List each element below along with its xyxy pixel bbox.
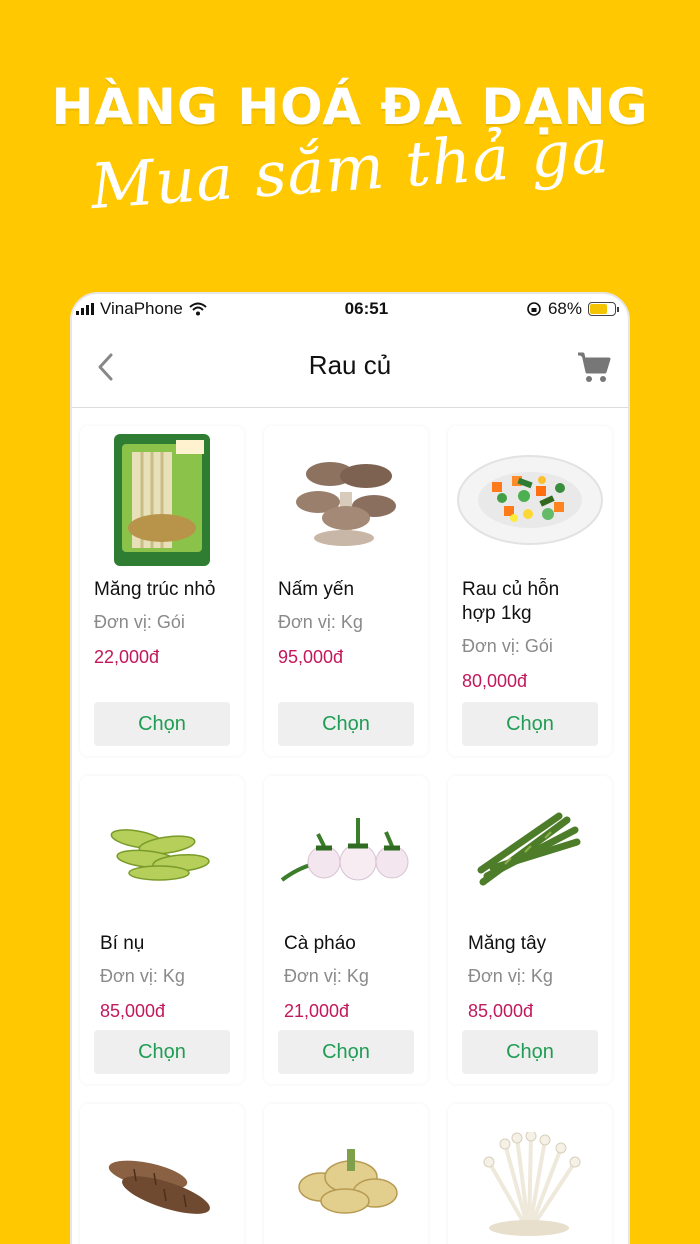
product-image: [448, 776, 612, 924]
product-price: 21,000đ: [284, 1001, 350, 1021]
galangal-icon: [298, 1149, 398, 1214]
product-grid: Măng trúc nhỏ Đơn vị: Gói 22,000đ Chọn N…: [72, 408, 628, 1244]
enoki-mushroom-icon: [483, 1132, 581, 1236]
product-card[interactable]: Bí nụ Đơn vị: Kg 85,000đ Chọn: [80, 776, 244, 1084]
wifi-icon: [189, 302, 207, 316]
taro-root-icon: [108, 1160, 210, 1214]
product-name: Măng trúc nhỏ: [94, 579, 216, 600]
product-price: 95,000đ: [278, 647, 344, 667]
asparagus-icon: [477, 812, 581, 886]
product-card[interactable]: [448, 1104, 612, 1244]
product-name: Bí nụ: [100, 933, 145, 954]
status-bar: VinaPhone 06:51 68%: [72, 294, 628, 324]
bamboo-shoot-package-icon: [114, 434, 210, 566]
product-price: 85,000đ: [100, 1001, 166, 1021]
product-unit: Đơn vị: Kg: [100, 966, 185, 986]
product-unit: Đơn vị: Kg: [468, 966, 553, 986]
product-card[interactable]: Rau củ hỗn hợp 1kg Đơn vị: Gói 80,000đ C…: [448, 426, 612, 756]
product-image: [264, 1104, 428, 1244]
product-card[interactable]: Nấm yến Đơn vị: Kg 95,000đ Chọn: [264, 426, 428, 756]
product-unit: Đơn vị: Gói: [94, 612, 185, 632]
product-name: Măng tây: [468, 933, 547, 954]
back-arrow-icon[interactable]: [92, 352, 122, 382]
product-card[interactable]: [264, 1104, 428, 1244]
rotation-lock-icon: [527, 302, 541, 316]
product-unit: Đơn vị: Kg: [284, 966, 369, 986]
product-image: [80, 426, 244, 574]
mixed-vegetables-icon: [457, 455, 603, 545]
cart-icon[interactable]: [576, 350, 612, 384]
product-price: 80,000đ: [462, 671, 528, 691]
choose-button[interactable]: Chọn: [278, 1030, 414, 1074]
product-name: Cà pháo: [284, 933, 356, 954]
product-image: [448, 426, 612, 574]
battery-percent: 68%: [547, 299, 582, 318]
phone-screen: VinaPhone 06:51 68% Rau củ Măng trúc nhỏ…: [70, 292, 630, 1244]
product-unit: Đơn vị: Kg: [278, 612, 363, 632]
product-price: 85,000đ: [468, 1001, 534, 1021]
choose-button[interactable]: Chọn: [462, 1030, 598, 1074]
product-card[interactable]: [80, 1104, 244, 1244]
carrier-label: VinaPhone: [100, 299, 183, 318]
page-title: Rau củ: [308, 350, 392, 380]
product-card[interactable]: Măng tây Đơn vị: Kg 85,000đ Chọn: [448, 776, 612, 1084]
choose-button[interactable]: Chọn: [94, 1030, 230, 1074]
product-image: [80, 776, 244, 924]
product-card[interactable]: Măng trúc nhỏ Đơn vị: Gói 22,000đ Chọn: [80, 426, 244, 756]
choose-button[interactable]: Chọn: [462, 702, 598, 746]
product-image: [264, 776, 428, 924]
product-image: [264, 426, 428, 574]
product-name: Nấm yến: [278, 579, 355, 600]
product-image: [448, 1104, 612, 1244]
nav-bar: Rau củ: [72, 324, 628, 408]
product-unit: Đơn vị: Gói: [462, 636, 553, 656]
squash-buds-icon: [110, 829, 210, 881]
white-eggplant-icon: [280, 818, 409, 882]
product-card[interactable]: Cà pháo Đơn vị: Kg 21,000đ Chọn: [264, 776, 428, 1084]
battery-icon: [587, 302, 619, 316]
signal-icon: [76, 303, 94, 315]
product-price: 22,000đ: [94, 647, 160, 667]
oyster-mushroom-icon: [296, 462, 396, 546]
product-image: [80, 1104, 244, 1244]
choose-button[interactable]: Chọn: [94, 702, 230, 746]
choose-button[interactable]: Chọn: [278, 702, 414, 746]
status-time: 06:51: [344, 299, 389, 318]
product-name: Rau củ hỗn hợp 1kg: [462, 579, 560, 624]
